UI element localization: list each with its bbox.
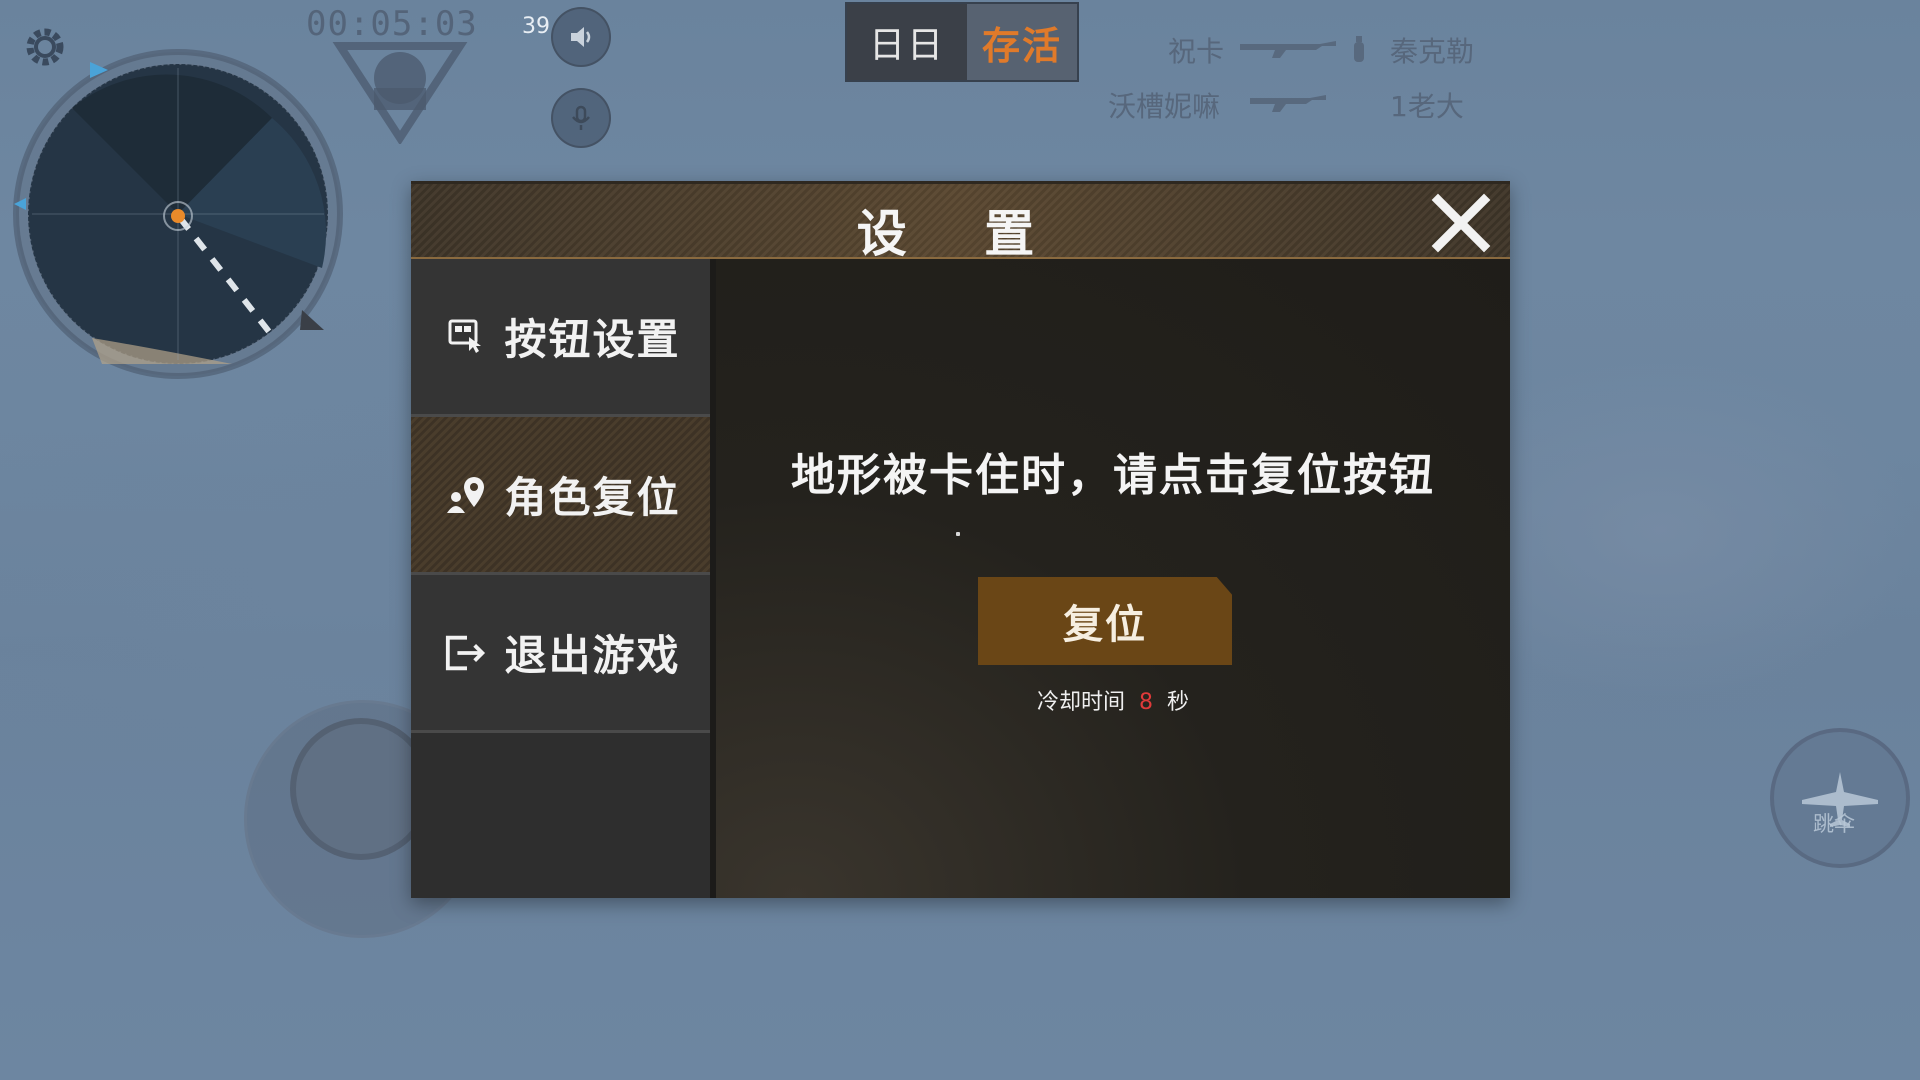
- grenade-icon: [1354, 36, 1364, 62]
- parachute-label: 跳伞: [1813, 812, 1855, 836]
- dialog-header: 设 置: [411, 181, 1510, 263]
- button-settings-icon: [444, 314, 490, 360]
- reset-instruction-text: 地形被卡住时，请点击复位按钮: [791, 450, 1435, 501]
- parachute-button[interactable]: [1770, 728, 1910, 868]
- location-reset-icon: [444, 472, 490, 518]
- player-marker: [171, 209, 185, 223]
- sidebar-item-label: 退出游戏: [504, 631, 681, 680]
- close-icon[interactable]: [1430, 192, 1492, 254]
- killfeed-killer: 沃槽妮嘛: [1108, 90, 1221, 123]
- speaker-button[interactable]: [551, 7, 611, 67]
- speaker-icon: [571, 27, 591, 47]
- cooldown-value: 8: [1139, 690, 1153, 715]
- rifle-icon: [1240, 41, 1336, 58]
- rifle-icon: [1250, 95, 1326, 112]
- sidebar-empty-slot: [411, 733, 714, 898]
- reset-button[interactable]: 复位: [978, 577, 1232, 665]
- mode-left-label: 日日: [847, 4, 967, 80]
- settings-dialog: 设 置 按钮设置 角色复位 退出游戏 地形被卡住时，请点击复位按钮 复位 冷却时…: [411, 181, 1510, 898]
- mode-indicator: 日日 存活: [845, 2, 1079, 82]
- ping-value: 39: [522, 14, 550, 39]
- cooldown-prefix: 冷却时间: [1036, 690, 1125, 715]
- sidebar-item-button-settings[interactable]: 按钮设置: [411, 259, 714, 417]
- sidebar-item-exit-game[interactable]: 退出游戏: [411, 575, 714, 733]
- sidebar-item-label: 角色复位: [504, 473, 681, 522]
- decorative-dot: [956, 532, 960, 536]
- killfeed-victim: 1老大: [1390, 90, 1464, 123]
- killfeed-victim: 秦克勒: [1390, 35, 1475, 68]
- microphone-icon: [572, 105, 590, 130]
- sidebar-item-label: 按钮设置: [504, 315, 681, 364]
- airplane-icon: [1802, 772, 1878, 827]
- exit-icon: [444, 630, 490, 676]
- cooldown-text: 冷却时间 8 秒: [716, 684, 1510, 716]
- survival-label: 存活: [967, 4, 1077, 80]
- minimap[interactable]: [12, 48, 344, 380]
- cooldown-suffix: 秒: [1167, 690, 1190, 715]
- microphone-button[interactable]: [551, 88, 611, 148]
- rank-emblem-icon: [332, 42, 468, 144]
- dialog-title: 设 置: [856, 205, 1065, 263]
- settings-sidebar: 按钮设置 角色复位 退出游戏: [411, 259, 714, 898]
- settings-content: 地形被卡住时，请点击复位按钮 复位 冷却时间 8 秒: [716, 259, 1510, 898]
- killfeed-killer: 祝卡: [1168, 35, 1225, 68]
- sidebar-item-character-reset[interactable]: 角色复位: [411, 417, 714, 575]
